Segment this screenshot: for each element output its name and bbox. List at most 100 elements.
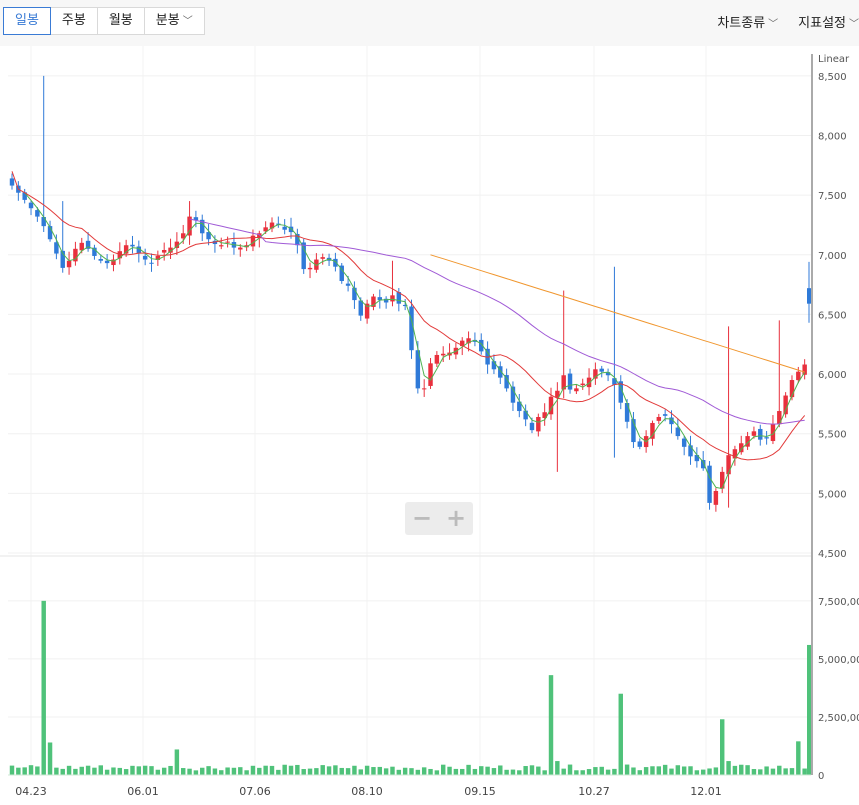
price-tick-label: 4,500 — [818, 549, 847, 560]
volume-bar — [758, 769, 763, 775]
volume-bar — [586, 769, 592, 775]
candle-body — [238, 247, 243, 250]
volume-bar — [219, 770, 224, 775]
volume-bar — [732, 765, 738, 775]
candle-body — [656, 417, 662, 421]
volume-bar — [314, 768, 319, 775]
volume-bar — [745, 765, 750, 775]
candle-body — [529, 422, 535, 431]
volume-bar — [345, 768, 351, 775]
volume-bar — [85, 765, 91, 775]
volume-bar — [694, 770, 700, 775]
volume-tick-label: 7,500,000 — [818, 597, 859, 608]
volume-bar — [415, 769, 421, 775]
volume-bar — [580, 770, 585, 775]
volume-bar — [504, 769, 509, 775]
date-tick-label: 07.06 — [239, 785, 271, 798]
date-tick-label: 10.27 — [578, 785, 610, 798]
volume-bar — [675, 765, 681, 775]
volume-bar — [269, 765, 275, 775]
volume-bar — [479, 766, 484, 775]
volume-bar — [402, 767, 408, 775]
volume-bar — [73, 768, 78, 775]
volume-bar — [631, 767, 636, 775]
volume-bar — [643, 767, 649, 775]
volume-bar — [66, 765, 72, 775]
candle-body — [149, 262, 154, 264]
candle-body — [9, 178, 15, 186]
tab-daily[interactable]: 일봉 — [3, 7, 51, 35]
volume-bar — [149, 766, 154, 775]
price-tick-label: 8,000 — [818, 131, 847, 142]
price-tick-label: 8,500 — [818, 72, 847, 83]
volume-bar — [79, 766, 84, 775]
zoom-out-button[interactable]: − — [405, 502, 439, 535]
date-tick-label: 06.01 — [127, 785, 159, 798]
chevron-down-icon: ﹀ — [849, 19, 859, 30]
candle-body — [307, 267, 313, 270]
candle-body — [586, 377, 592, 388]
volume-bar — [472, 768, 478, 775]
volume-bar — [796, 741, 801, 775]
volume-bar — [377, 766, 383, 775]
ma60-line — [189, 218, 805, 425]
volume-bar — [98, 765, 103, 775]
volume-bar — [142, 765, 148, 775]
candle-body — [713, 490, 719, 505]
volume-bar — [200, 767, 205, 775]
volume-bar — [434, 770, 440, 775]
tab-monthly[interactable]: 월봉 — [96, 7, 145, 35]
candle-body — [98, 258, 103, 261]
volume-bar — [383, 768, 389, 775]
candle-body — [79, 242, 84, 251]
volume-bar — [726, 761, 731, 775]
volume-bar — [301, 769, 306, 775]
volume-bar — [35, 766, 40, 775]
volume-bar — [510, 769, 516, 775]
volume-bar — [688, 766, 693, 775]
volume-bar — [764, 766, 769, 775]
candle-body — [536, 417, 541, 432]
volume-bar — [421, 767, 427, 775]
candle-body — [802, 364, 807, 375]
volume-bar — [28, 765, 34, 775]
zoom-in-button[interactable]: + — [439, 502, 473, 535]
price-tick-label: 6,000 — [818, 370, 847, 381]
volume-bar — [770, 768, 776, 775]
volume-bar — [180, 768, 186, 775]
volume-bar — [307, 768, 313, 775]
volume-bar — [352, 765, 357, 775]
candle-body — [282, 226, 287, 230]
tab-minute[interactable]: 분봉 ﹀ — [143, 7, 205, 35]
price-tick-label: 7,500 — [818, 191, 847, 202]
volume-bar — [396, 769, 402, 775]
date-tick-label: 09.15 — [464, 785, 496, 798]
volume-bar — [238, 767, 243, 775]
volume-bar — [339, 767, 344, 775]
volume-bar — [288, 765, 294, 775]
indicator-settings-menu[interactable]: 지표설정 ﹀ — [798, 12, 859, 31]
volume-bar — [263, 765, 268, 775]
candle-body — [320, 257, 325, 259]
volume-bar — [371, 767, 376, 775]
volume-bar — [567, 764, 573, 775]
chevron-down-icon: ﹀ — [768, 19, 779, 30]
date-tick-label: 08.10 — [351, 785, 383, 798]
volume-bar — [460, 768, 465, 775]
volume-bar — [485, 766, 490, 775]
candle-body — [720, 471, 725, 489]
tab-weekly[interactable]: 주봉 — [49, 7, 98, 35]
volume-bar — [130, 765, 135, 775]
stock-chart[interactable]: Linear 8,500 8,000 7,500 7,000 6,500 6,000 5,50… — [0, 46, 859, 805]
chart-type-menu[interactable]: 차트종류 ﹀ — [717, 12, 778, 31]
candle-body — [707, 465, 712, 503]
volume-bar — [390, 766, 395, 775]
volume-tick-label: 0 — [818, 771, 824, 782]
volume-bar — [637, 770, 643, 775]
candle-body — [358, 300, 363, 316]
volume-bar — [231, 767, 237, 775]
volume-bar — [707, 768, 712, 775]
candle-body — [726, 455, 731, 475]
volume-bar — [523, 766, 528, 775]
candle-body — [751, 431, 757, 436]
